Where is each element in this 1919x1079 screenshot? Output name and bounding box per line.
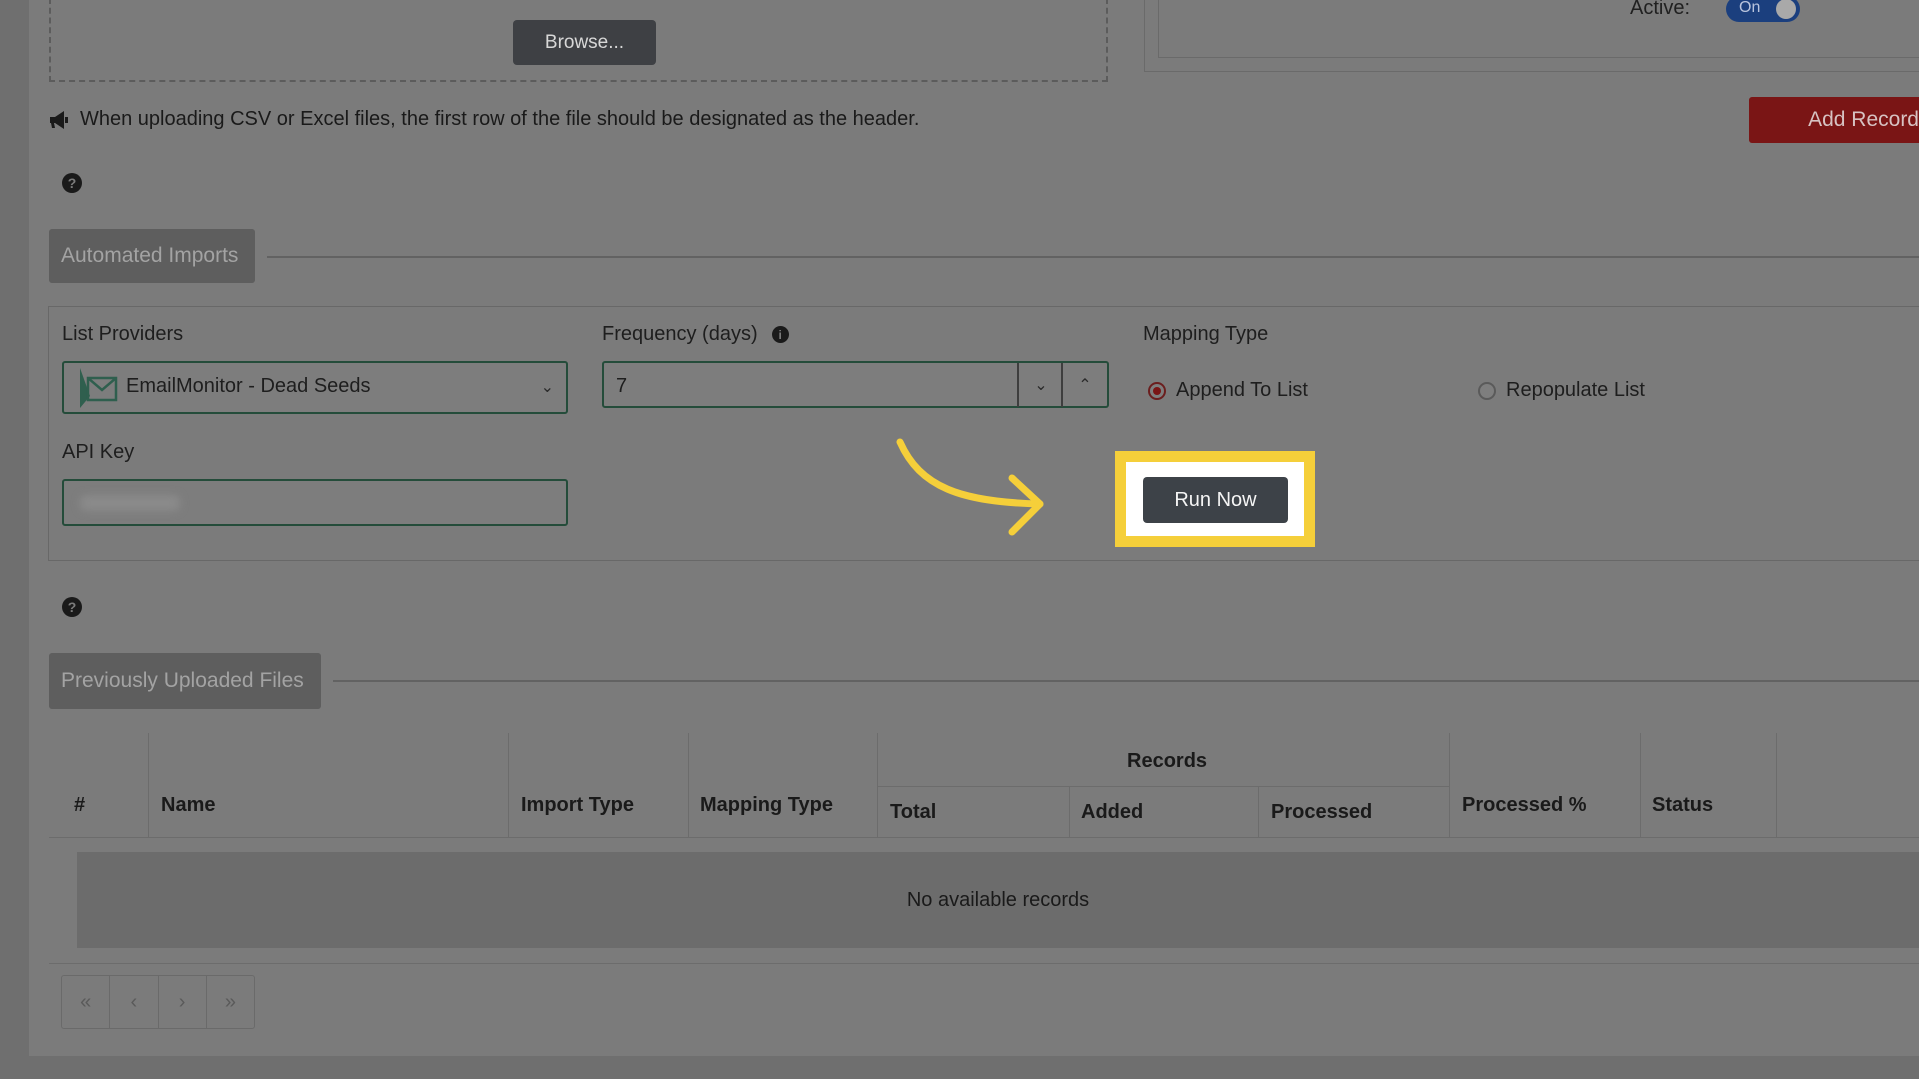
automated-imports-header: Automated Imports [49, 229, 255, 283]
chevron-up-icon[interactable]: ⌃ [1061, 363, 1107, 407]
table-divider [1449, 733, 1450, 837]
active-settings-inner [1158, 0, 1919, 58]
column-header-processed[interactable]: Processed [1271, 801, 1372, 824]
table-divider [1069, 786, 1070, 837]
help-icon[interactable]: ? [62, 173, 82, 193]
radio-label: Append To List [1176, 379, 1308, 401]
last-page-button[interactable]: » [207, 976, 254, 1028]
megaphone-icon [50, 110, 68, 129]
add-record-button[interactable]: Add Record [1749, 97, 1919, 143]
active-label: Active: [1630, 0, 1691, 19]
column-header-number[interactable]: # [74, 794, 85, 817]
column-group-records: Records [1127, 750, 1208, 772]
toggle-label: On [1739, 0, 1761, 16]
table-divider [49, 837, 1919, 838]
browse-button[interactable]: Browse... [513, 20, 656, 65]
table-divider [1640, 733, 1641, 837]
radio-label: Repopulate List [1506, 379, 1645, 401]
table-divider [877, 733, 878, 837]
chevron-down-icon[interactable]: ⌄ [1017, 363, 1063, 407]
envelope-icon [80, 368, 118, 408]
api-key-masked-value [80, 495, 180, 511]
table-divider [508, 733, 509, 837]
table-divider [1258, 786, 1259, 837]
frequency-value: 7 [616, 375, 628, 397]
list-providers-label: List Providers [62, 323, 184, 345]
radio-repopulate-list[interactable]: Repopulate List [1478, 379, 1645, 402]
upload-notice: When uploading CSV or Excel files, the f… [48, 108, 919, 131]
column-header-processed-percent[interactable]: Processed % [1462, 794, 1587, 817]
column-header-added[interactable]: Added [1081, 801, 1143, 824]
provider-value: EmailMonitor - Dead Seeds [126, 375, 371, 397]
toggle-knob [1776, 0, 1796, 19]
table-divider [877, 786, 1449, 787]
info-icon[interactable]: i [771, 326, 789, 343]
uploaded-files-header: Previously Uploaded Files [49, 653, 321, 709]
previous-page-button[interactable]: ‹ [110, 976, 159, 1028]
mapping-type-label: Mapping Type [1143, 323, 1269, 345]
column-header-mapping-type[interactable]: Mapping Type [700, 794, 833, 817]
frequency-label: Frequency (days) [602, 323, 758, 345]
api-key-label: API Key [62, 441, 135, 463]
section-divider [333, 680, 1919, 682]
table-divider [148, 733, 149, 837]
frequency-input[interactable]: 7 ⌄ ⌃ [602, 361, 1109, 408]
notice-text: When uploading CSV or Excel files, the f… [80, 108, 920, 130]
arrow-icon [896, 438, 1044, 536]
column-header-import-type[interactable]: Import Type [521, 794, 634, 817]
table-divider [49, 963, 1919, 964]
next-page-button[interactable]: › [159, 976, 207, 1028]
list-provider-select[interactable]: EmailMonitor - Dead Seeds ⌄ [62, 361, 568, 414]
active-toggle[interactable]: On [1726, 0, 1800, 22]
chevron-down-icon: ⌄ [540, 379, 554, 396]
table-divider [1776, 733, 1777, 837]
radio-append-to-list[interactable]: Append To List [1148, 379, 1308, 402]
run-now-button[interactable]: Run Now [1143, 477, 1288, 523]
column-header-name[interactable]: Name [161, 794, 215, 817]
column-header-status[interactable]: Status [1652, 794, 1713, 817]
radio-button[interactable] [1478, 381, 1496, 400]
pagination: « ‹ › » [61, 975, 255, 1029]
help-icon[interactable]: ? [62, 597, 82, 617]
table-divider [688, 733, 689, 837]
empty-table-message: No available records [77, 852, 1919, 948]
frequency-label-row: Frequency (days) i [602, 323, 789, 346]
first-page-button[interactable]: « [62, 976, 111, 1028]
section-divider [267, 256, 1919, 258]
column-header-total[interactable]: Total [890, 801, 936, 824]
radio-button-selected[interactable] [1148, 381, 1166, 400]
api-key-input[interactable] [62, 479, 568, 526]
